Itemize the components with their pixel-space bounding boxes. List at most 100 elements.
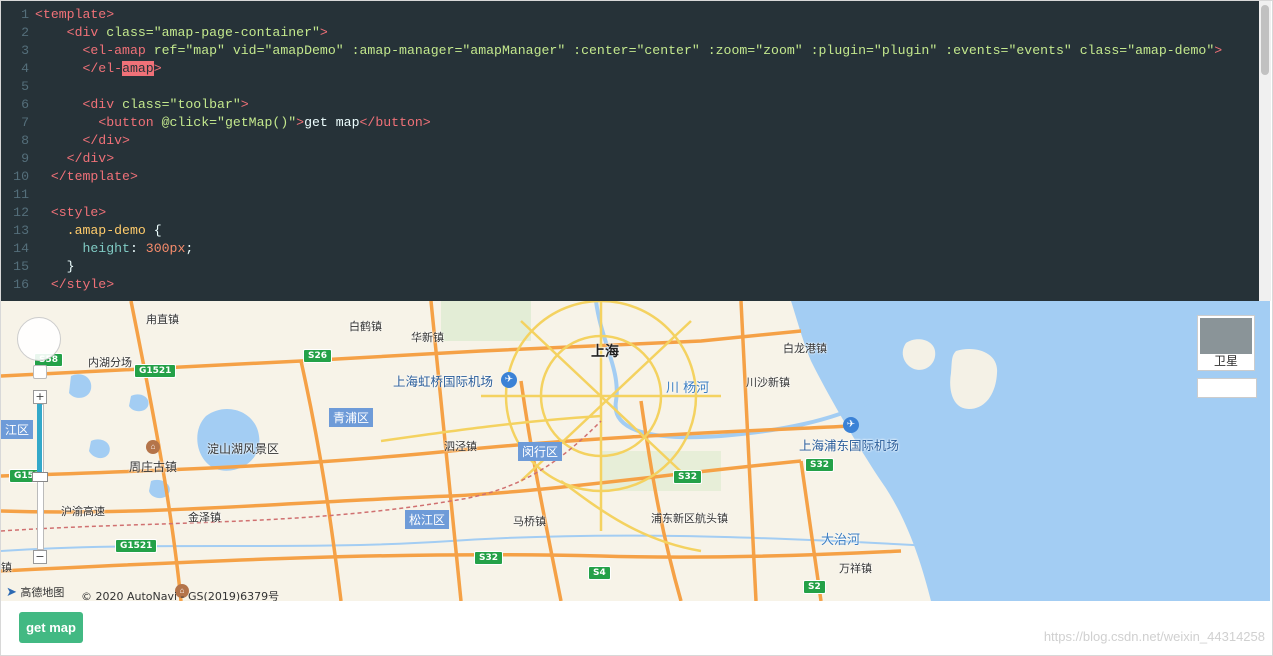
zoom-out-button[interactable]: −	[33, 550, 47, 564]
layer-option-box[interactable]	[1197, 378, 1257, 398]
code-line: 15 }	[1, 258, 74, 276]
code-token: "getMap()"	[217, 115, 297, 130]
code-line: 14 height: 300px;	[1, 240, 193, 258]
code-token: </button>	[359, 115, 431, 130]
label-sijing[interactable]: 泗泾镇	[444, 438, 477, 454]
code-token: "zoom"	[755, 43, 811, 58]
label-bailonggang[interactable]: 白龙港镇	[783, 340, 827, 356]
label-district-left[interactable]: 江区	[1, 420, 34, 439]
line-number: 4	[21, 61, 29, 76]
code-line: 3 <el-amap ref="map" vid="amapDemo" :ama…	[1, 42, 1222, 60]
airplane-icon: ✈	[843, 417, 859, 433]
zoom-in-button[interactable]: +	[33, 390, 47, 404]
label-dazhi-river[interactable]: 大治河	[821, 529, 860, 548]
code-token: >	[240, 97, 249, 112]
code-token: height	[82, 241, 130, 256]
code-token: </div>	[82, 133, 130, 148]
code-token: <style>	[50, 205, 107, 220]
zoom-slider-fill	[37, 404, 42, 476]
code-line: 8 </div>	[1, 132, 130, 150]
code-token: "amapDemo"	[264, 43, 352, 58]
line-number: 1	[21, 7, 29, 22]
code-token: <button	[98, 115, 162, 130]
label-chuanyang-river[interactable]: 川 杨河	[666, 377, 709, 396]
line-number: 15	[13, 259, 29, 274]
code-token: 300px	[145, 241, 186, 256]
code-token: </template>	[50, 169, 138, 184]
label-zhouzhuang[interactable]: 周庄古镇	[129, 458, 177, 475]
label-neihu[interactable]: 内湖分场	[88, 354, 132, 370]
label-dianshan-lake[interactable]: 淀山湖风景区	[207, 440, 279, 457]
code-token: <template>	[35, 7, 115, 22]
label-baihe[interactable]: 白鹤镇	[349, 318, 382, 334]
scrollbar-thumb[interactable]	[1261, 5, 1269, 75]
label-songjiang[interactable]: 松江区	[405, 510, 450, 529]
label-hangtou[interactable]: 浦东新区航头镇	[651, 510, 728, 526]
label-luzhi[interactable]: 甪直镇	[146, 311, 179, 327]
code-token: </el-	[82, 61, 123, 76]
line-number: 14	[13, 241, 29, 256]
get-map-button[interactable]: get map	[19, 612, 83, 643]
highway-shield: S32	[805, 458, 835, 472]
line-number: 9	[21, 151, 29, 166]
code-line: 11	[1, 186, 35, 204]
label-expressway[interactable]: 沪渝高速	[61, 503, 105, 519]
label-huaxin[interactable]: 华新镇	[411, 329, 444, 345]
code-viewer[interactable]: 1 <template> 2 <div class="amap-page-conta…	[1, 1, 1259, 301]
zoom-slider-handle[interactable]	[32, 472, 48, 482]
navigation-arrow-icon: ➤	[6, 585, 17, 600]
label-wanxiang[interactable]: 万祥镇	[839, 560, 872, 576]
code-token: :plugin=	[810, 43, 874, 58]
code-token: amap	[122, 61, 154, 76]
code-token: @click=	[161, 115, 218, 130]
code-token: class=	[122, 97, 170, 112]
line-number: 12	[13, 205, 29, 220]
code-line: 1 <template>	[1, 6, 114, 24]
label-chuansha[interactable]: 川沙新镇	[746, 374, 790, 390]
code-token: "amapManager"	[462, 43, 574, 58]
label-jinze[interactable]: 金泽镇	[188, 509, 221, 525]
code-line: 4 </el-amap>	[1, 60, 162, 78]
label-pudong-airport[interactable]: 上海浦东国际机场	[799, 435, 899, 454]
code-token: .amap-demo	[66, 223, 154, 238]
amap-logo[interactable]: ➤ 高德地图	[6, 584, 64, 600]
line-number: 6	[21, 97, 29, 112]
locate-button[interactable]	[33, 365, 47, 379]
line-number: 11	[13, 187, 29, 202]
code-token: :zoom=	[707, 43, 756, 58]
highway-shield: S32	[474, 551, 504, 565]
watermark: https://blog.csdn.net/weixin_44314258	[1043, 629, 1265, 644]
line-number: 5	[21, 79, 29, 94]
label-town-left[interactable]: 镇	[1, 559, 12, 575]
pan-control[interactable]	[17, 317, 61, 361]
code-token: "center"	[636, 43, 708, 58]
code-token: :	[129, 241, 146, 256]
code-token: ;	[185, 241, 194, 256]
label-hongqiao-airport[interactable]: 上海虹桥国际机场	[393, 371, 493, 390]
code-scrollbar[interactable]	[1259, 1, 1271, 301]
label-minhang[interactable]: 闵行区	[518, 442, 563, 461]
label-qingpu[interactable]: 青浦区	[329, 408, 374, 427]
highway-shield: G1521	[115, 539, 158, 553]
label-maqiao[interactable]: 马桥镇	[513, 513, 546, 529]
code-token: get map	[304, 115, 360, 130]
label-shanghai[interactable]: 上海	[591, 341, 619, 361]
amap-demo-map[interactable]: 上海 ✈ 上海虹桥国际机场 ✈ 上海浦东国际机场 青浦区 闵行区 松江区 江区 …	[1, 301, 1270, 601]
code-token: >	[296, 115, 305, 130]
highway-shield: S4	[588, 566, 611, 580]
satellite-layer-toggle[interactable]: 卫星	[1197, 315, 1255, 371]
code-line: 6 <div class="toolbar">	[1, 96, 249, 114]
scenic-spot-icon: ⌂	[146, 440, 160, 454]
airplane-icon: ✈	[501, 372, 517, 388]
line-number: 7	[21, 115, 29, 130]
code-line: 2 <div class="amap-page-container">	[1, 24, 328, 42]
